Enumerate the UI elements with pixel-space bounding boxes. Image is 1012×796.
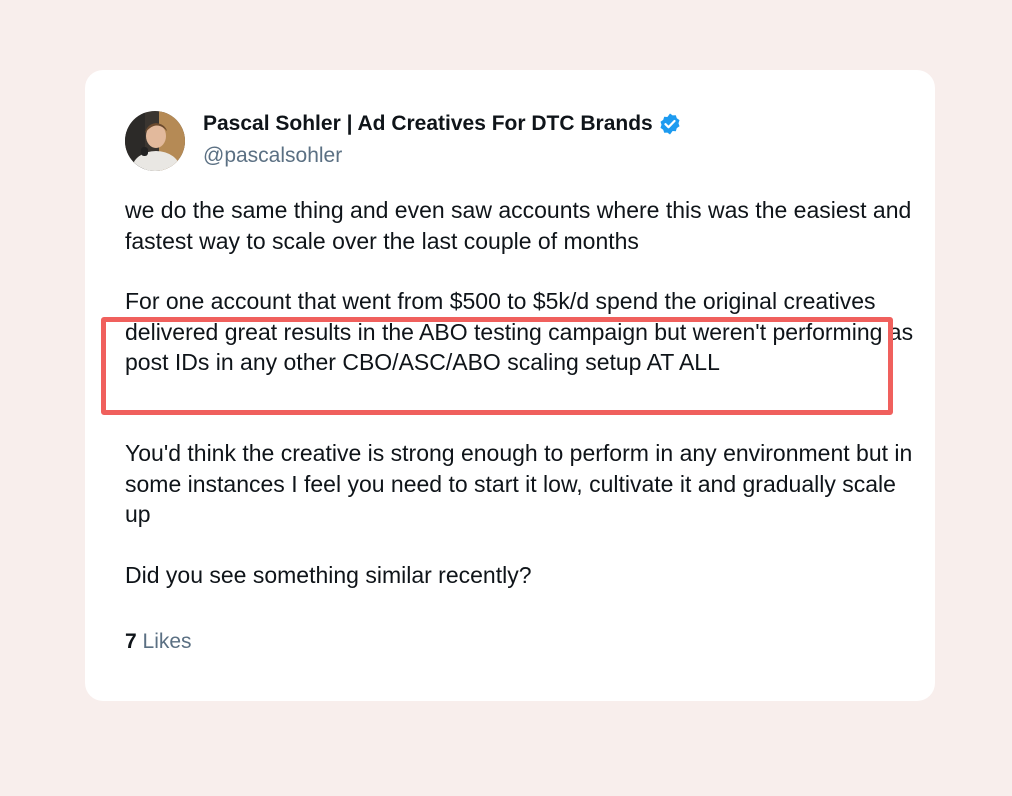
post-paragraph: You'd think the creative is strong enoug… (125, 440, 913, 527)
author-name-row[interactable]: Pascal Sohler | Ad Creatives For DTC Bra… (203, 112, 682, 136)
likes-count: 7 (125, 630, 137, 653)
post-paragraph: we do the same thing and even saw accoun… (125, 197, 912, 254)
avatar-photo (125, 111, 185, 171)
author-handle[interactable]: @pascalsohler (203, 144, 342, 168)
likes-label: Likes (142, 630, 192, 653)
verified-badge-icon (658, 112, 682, 136)
author-name[interactable]: Pascal Sohler | Ad Creatives For DTC Bra… (203, 112, 653, 136)
avatar[interactable] (125, 111, 185, 171)
post-paragraph: Did you see something similar recently? (125, 562, 532, 588)
likes-stat[interactable]: 7 Likes (125, 630, 192, 654)
highlight-box (101, 317, 893, 415)
